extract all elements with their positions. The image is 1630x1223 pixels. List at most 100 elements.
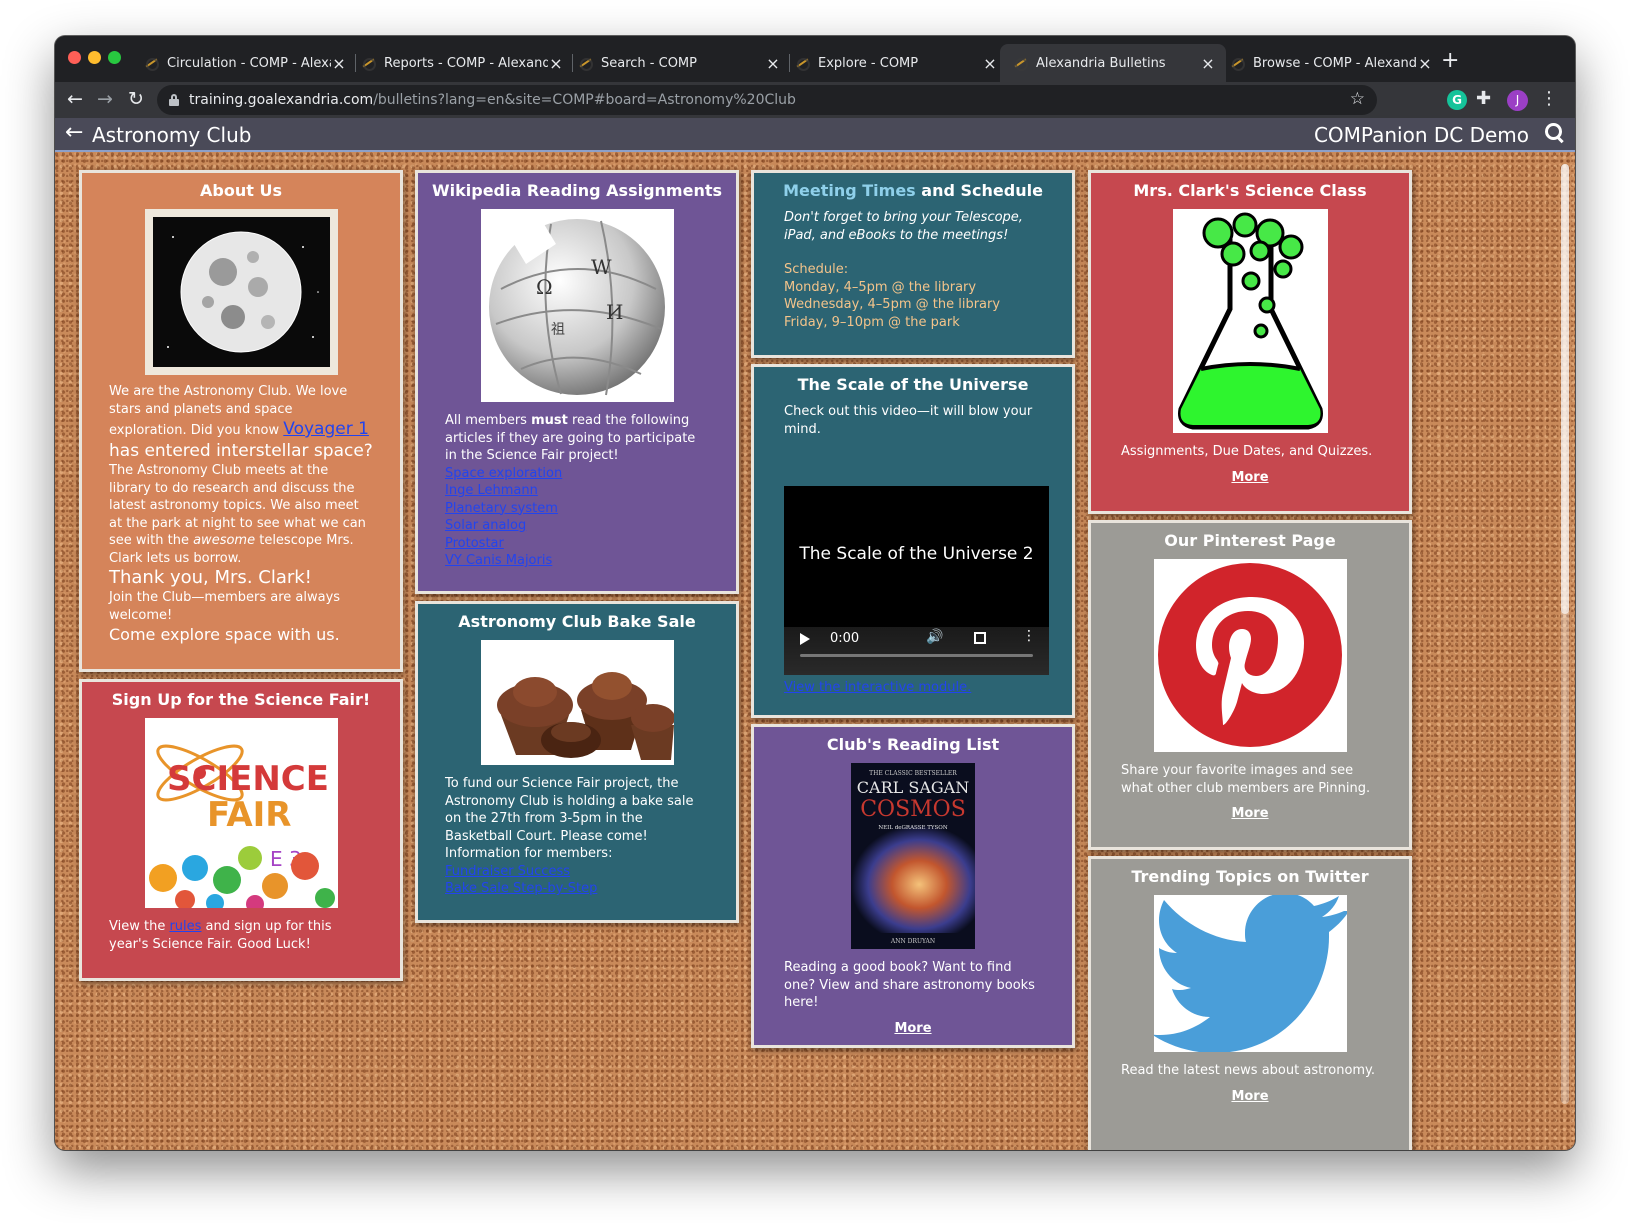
card-bake-sale: Astronomy Club Bake Sale To fund our Sci… [415,601,739,923]
cosmos-book-image: THE CLASSIC BESTSELLER CARL SAGAN COSMOS… [851,763,975,949]
more-options-icon[interactable]: ⋮ [1022,628,1036,646]
browser-menu-icon[interactable]: ⋮ [1540,88,1558,109]
alexandria-favicon-icon [577,55,593,71]
close-tab-icon[interactable]: × [765,54,781,73]
fullscreen-icon[interactable] [974,632,986,644]
more-link[interactable]: More [1091,805,1409,823]
lock-icon [169,94,179,106]
link-protostar[interactable]: Protostar [445,535,709,553]
link-voyager-1[interactable]: Voyager 1 [283,419,369,439]
close-tab-icon[interactable]: × [982,54,998,73]
card-body: Don't forget to bring your Telescope, iP… [754,209,1072,331]
more-link[interactable]: More [1091,469,1409,487]
card-twitter: Trending Topics on Twitter Read the late… [1088,856,1412,1150]
svg-text:COSMOS: COSMOS [860,797,966,822]
tab-browse[interactable]: Browse - COMP - Alexandria × [1217,44,1443,82]
play-icon[interactable] [800,633,810,645]
svg-text:W: W [591,255,612,279]
svg-text:И: И [606,300,623,324]
close-tab-icon[interactable]: × [331,54,347,73]
back-arrow-icon[interactable]: ← [67,88,83,110]
schedule-item: Monday, 4–5pm @ the library [784,279,977,295]
tab-alexandria-bulletins[interactable]: Alexandria Bulletins × [1000,44,1226,82]
alexandria-favicon-icon [794,55,810,71]
link-bake-sale-step-by-step[interactable]: Bake Sale Step-by-Step [445,880,709,898]
link-solar-analog[interactable]: Solar analog [445,517,709,535]
profile-avatar[interactable]: J [1507,90,1528,111]
card-title: Sign Up for the Science Fair! [111,690,371,709]
card-body: Read the latest news about astronomy. [1121,1063,1376,1078]
card-body: We are the Astronomy Club. We love stars… [109,384,373,644]
back-arrow-icon[interactable]: ← [65,120,83,145]
more-link[interactable]: More [1091,1088,1409,1106]
tab-search[interactable]: Search - COMP × [565,44,791,82]
forward-arrow-icon[interactable]: → [97,88,113,110]
reload-icon[interactable]: ↻ [128,88,144,110]
card-title: Club's Reading List [826,735,1000,754]
svg-text:ANN DRUYAN: ANN DRUYAN [890,938,935,945]
scrollbar-thumb[interactable] [1561,164,1569,614]
link-space-exploration[interactable]: Space exploration [445,465,709,483]
volume-icon[interactable]: 🔊 [926,629,943,647]
card-body: Share your favorite images and see what … [1121,763,1371,796]
tab-explore[interactable]: Explore - COMP × [782,44,1008,82]
card-title: Our Pinterest Page [1164,531,1336,550]
video-time: 0:00 [830,631,860,646]
science-fair-image: SCIENCE FAIR E 3 [144,718,338,908]
cork-board: About Us We are the Astronomy Club. We l… [55,152,1575,1150]
scrollbar[interactable] [1561,164,1569,1104]
link-fundraiser-success[interactable]: Fundraiser Success [445,863,709,881]
video-controls: 0:00 🔊 ⋮ [784,627,1049,675]
grammarly-extension-icon[interactable]: G [1447,90,1467,110]
video-title: The Scale of the Universe 2 [799,544,1034,564]
card-title: Astronomy Club Bake Sale [458,612,696,631]
twitter-bird-icon [1153,895,1347,1052]
new-tab-button[interactable]: + [1441,48,1459,73]
card-mrs-clark-class: Mrs. Clark's Science Class Assignments, … [1088,170,1412,514]
svg-text:SCIENCE: SCIENCE [167,759,329,799]
extensions-puzzle-icon[interactable]: ✚ [1476,88,1491,109]
board-title: Astronomy Club [92,123,252,147]
link-vy-canis-majoris[interactable]: VY Canis Majoris [445,552,709,570]
link-inge-lehmann[interactable]: Inge Lehmann [445,482,709,500]
address-bar[interactable]: training.goalexandria.com/bulletins?lang… [157,85,1377,115]
alexandria-favicon-icon [1012,55,1028,71]
tab-strip: Circulation - COMP - Alexandria × Report… [55,36,1575,82]
close-tab-icon[interactable]: × [548,54,564,73]
link-planetary-system[interactable]: Planetary system [445,500,709,518]
card-body: To fund our Science Fair project, the As… [418,775,736,898]
close-tab-icon[interactable]: × [1417,54,1433,73]
video-player[interactable]: The Scale of the Universe 2 0:00 🔊 ⋮ [784,486,1049,675]
card-meeting-times: Meeting Times and Schedule Don't forget … [751,170,1075,358]
minimize-window-button[interactable] [88,51,101,64]
cupcakes-image [480,640,674,765]
card-body: All members must read the following arti… [418,412,736,570]
card-title: Meeting Times and Schedule [783,181,1043,200]
tab-circulation[interactable]: Circulation - COMP - Alexandria × [131,44,357,82]
card-title: About Us [200,181,282,200]
app-header: ← Astronomy Club COMPanion DC Demo [55,118,1575,152]
more-link[interactable]: More [754,1020,1072,1038]
card-body: Check out this video—it will blow your m… [784,404,1033,437]
bookmark-star-icon[interactable]: ☆ [1350,89,1365,109]
alexandria-favicon-icon [143,55,159,71]
search-icon[interactable] [1543,122,1565,144]
card-pinterest: Our Pinterest Page Share your favorite i… [1088,520,1412,850]
card-body: Reading a good book? Want to find one? V… [784,960,1035,1010]
pinterest-logo-icon [1153,559,1347,752]
video-progress-bar[interactable] [800,654,1033,657]
svg-text:CARL SAGAN: CARL SAGAN [857,778,969,797]
tab-reports[interactable]: Reports - COMP - Alexandria × [348,44,574,82]
maximize-window-button[interactable] [108,51,121,64]
schedule-item: Friday, 9–10pm @ the park [784,314,960,330]
link-interactive-module[interactable]: View the interactive module. [784,680,971,695]
card-reading-list: Club's Reading List THE CLASSIC BESTSELL… [751,724,1075,1048]
card-title: Mrs. Clark's Science Class [1133,181,1367,200]
close-tab-icon[interactable]: × [1200,54,1216,73]
card-title: Wikipedia Reading Assignments [431,181,723,200]
flask-image [1172,209,1328,433]
link-rules[interactable]: rules [169,919,201,934]
close-window-button[interactable] [68,51,81,64]
svg-text:祖: 祖 [551,322,565,338]
schedule-item: Wednesday, 4–5pm @ the library [784,297,1001,312]
